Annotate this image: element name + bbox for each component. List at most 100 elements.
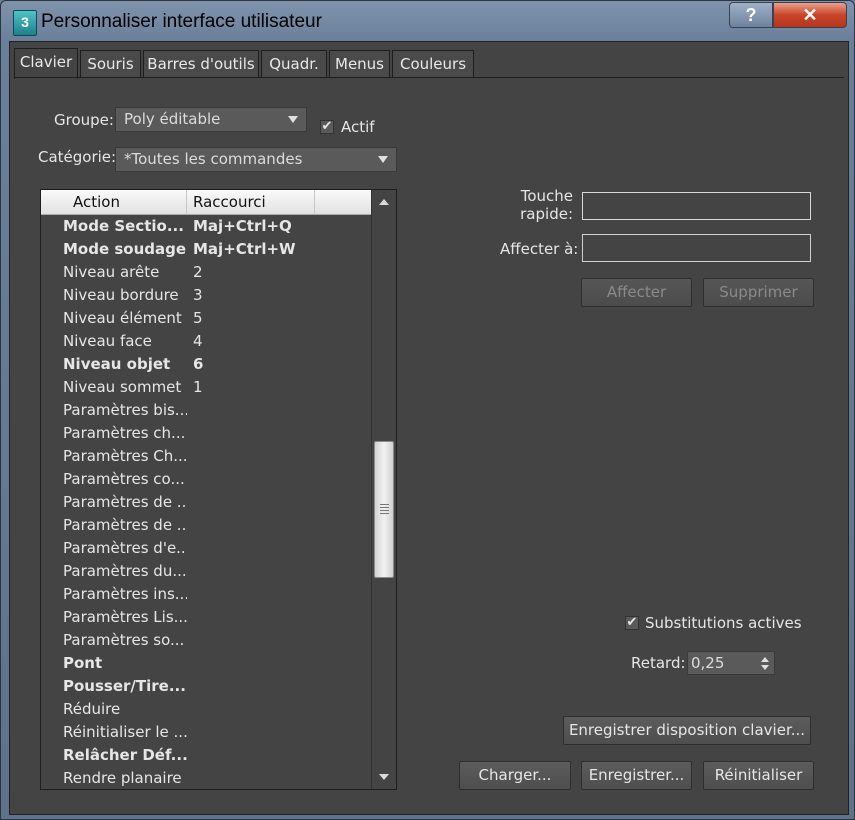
list-item-action: Relâcher Déf... bbox=[63, 746, 187, 764]
list-item-action: Réduire bbox=[63, 700, 121, 718]
list-item-action: Pousser/Tire... bbox=[63, 677, 186, 695]
list-item-shortcut: Maj+Ctrl+Q bbox=[193, 217, 292, 235]
list-item-action: Paramètres de ... bbox=[63, 493, 187, 511]
list-item[interactable]: Paramètres de ... bbox=[41, 491, 371, 514]
reset-button[interactable]: Réinitialiser bbox=[703, 761, 814, 790]
tab-keyboard[interactable]: Clavier bbox=[14, 48, 78, 79]
list-item[interactable]: Paramètres so... bbox=[41, 629, 371, 652]
category-label: Catégorie: bbox=[38, 148, 117, 166]
list-item-action: Paramètres so... bbox=[63, 631, 185, 649]
list-item[interactable]: Paramètres bis... bbox=[41, 399, 371, 422]
tab-toolbars[interactable]: Barres d'outils bbox=[143, 50, 259, 78]
spin-down-icon[interactable] bbox=[761, 665, 769, 670]
list-item[interactable]: Paramètres de ... bbox=[41, 514, 371, 537]
list-item[interactable]: Paramètres d'e... bbox=[41, 537, 371, 560]
tab-divider bbox=[14, 77, 844, 78]
list-item-shortcut: 5 bbox=[193, 309, 203, 327]
scroll-up-arrow-icon[interactable] bbox=[379, 199, 389, 205]
column-header-shortcut[interactable]: Raccourci bbox=[187, 190, 315, 214]
list-item-action: Paramètres Lis... bbox=[63, 608, 187, 626]
overrides-label: Substitutions actives bbox=[645, 614, 802, 632]
list-item[interactable]: Rendre planaire bbox=[41, 767, 371, 789]
list-item[interactable]: Niveau face 4 bbox=[41, 330, 371, 353]
list-item-action: Paramètres d'e... bbox=[63, 539, 187, 557]
group-label: Groupe: bbox=[54, 111, 114, 129]
tab-menus[interactable]: Menus bbox=[329, 50, 390, 78]
list-item-shortcut: 1 bbox=[193, 378, 203, 396]
scroll-thumb[interactable] bbox=[374, 441, 394, 578]
list-item-action: Rendre planaire bbox=[63, 769, 182, 787]
overrides-checkbox[interactable]: ✔ bbox=[625, 616, 639, 630]
list-item[interactable]: Niveau élément 5 bbox=[41, 307, 371, 330]
save-button[interactable]: Enregistrer... bbox=[581, 761, 692, 790]
list-item-action: Paramètres co... bbox=[63, 470, 185, 488]
dialog-body: Clavier Souris Barres d'outils Quadr. Me… bbox=[9, 41, 849, 815]
list-header: Action Raccourci bbox=[41, 190, 371, 215]
spin-up-icon[interactable] bbox=[761, 657, 769, 662]
list-item-action: Pont bbox=[63, 654, 103, 672]
list-item-shortcut: Maj+Ctrl+W bbox=[193, 240, 296, 258]
tab-colors[interactable]: Couleurs bbox=[392, 50, 474, 78]
list-item[interactable]: Paramètres Ch... bbox=[41, 445, 371, 468]
list-item[interactable]: Réduire bbox=[41, 698, 371, 721]
list-item[interactable]: Mode soudage Maj+Ctrl+W bbox=[41, 238, 371, 261]
list-item[interactable]: Mode Sectio... Maj+Ctrl+Q bbox=[41, 215, 371, 238]
list-item-action: Paramètres bis... bbox=[63, 401, 187, 419]
list-item[interactable]: Niveau objet 6 bbox=[41, 353, 371, 376]
hotkey-label: Touche rapide: bbox=[520, 187, 573, 223]
list-item[interactable]: Réinitialiser le ... bbox=[41, 721, 371, 744]
list-item[interactable]: Relâcher Déf... bbox=[41, 744, 371, 767]
list-item-action: Niveau face bbox=[63, 332, 152, 350]
list-item-action: Mode soudage bbox=[63, 240, 187, 258]
chevron-down-icon bbox=[288, 116, 298, 123]
app-logo-icon: 3 bbox=[13, 10, 37, 36]
list-item[interactable]: Paramètres du... bbox=[41, 560, 371, 583]
group-dropdown[interactable]: Poly éditable bbox=[115, 107, 307, 132]
list-item-shortcut: 6 bbox=[193, 355, 204, 373]
list-rows: Mode Sectio... Maj+Ctrl+Q Mode soudage Maj+… bbox=[41, 215, 371, 789]
assign-button[interactable]: Affecter bbox=[581, 278, 692, 307]
list-item[interactable]: Paramètres ch... bbox=[41, 422, 371, 445]
title-bar[interactable]: 3 Personnaliser interface utilisateur ? … bbox=[1, 1, 854, 41]
active-checkbox[interactable]: ✔ bbox=[320, 120, 334, 134]
list-item[interactable]: Pousser/Tire... bbox=[41, 675, 371, 698]
column-header-action[interactable]: Action bbox=[41, 190, 187, 214]
list-item-action: Paramètres de ... bbox=[63, 516, 187, 534]
list-item[interactable]: Niveau bordure 3 bbox=[41, 284, 371, 307]
action-list[interactable]: Action Raccourci Mode Sectio... Maj+Ctrl+… bbox=[40, 189, 397, 790]
help-button[interactable]: ? bbox=[729, 2, 773, 28]
list-item-action: Paramètres ch... bbox=[63, 424, 186, 442]
list-item[interactable]: Niveau sommet 1 bbox=[41, 376, 371, 399]
hotkey-field[interactable] bbox=[582, 192, 811, 220]
save-keyboard-layout-button[interactable]: Enregistrer disposition clavier... bbox=[563, 716, 811, 745]
assign-to-field[interactable] bbox=[582, 234, 811, 262]
close-button[interactable]: ✕ bbox=[773, 2, 847, 28]
list-item[interactable]: Paramètres ins... bbox=[41, 583, 371, 606]
list-item-action: Réinitialiser le ... bbox=[63, 723, 187, 741]
list-item-shortcut: 2 bbox=[193, 263, 203, 281]
customize-ui-window: 3 Personnaliser interface utilisateur ? … bbox=[0, 0, 855, 820]
list-item[interactable]: Paramètres Lis... bbox=[41, 606, 371, 629]
category-dropdown[interactable]: *Toutes les commandes bbox=[115, 147, 397, 172]
delay-spinner[interactable]: 0,25 bbox=[687, 651, 775, 675]
list-item-action: Niveau arête bbox=[63, 263, 160, 281]
list-item[interactable]: Pont bbox=[41, 652, 371, 675]
remove-button[interactable]: Supprimer bbox=[703, 278, 814, 307]
tab-quads[interactable]: Quadr. bbox=[261, 50, 327, 78]
list-item-action: Niveau bordure bbox=[63, 286, 179, 304]
list-item-action: Niveau sommet bbox=[63, 378, 182, 396]
group-value: Poly éditable bbox=[124, 110, 221, 128]
list-item[interactable]: Niveau arête 2 bbox=[41, 261, 371, 284]
list-item-action: Paramètres Ch... bbox=[63, 447, 187, 465]
list-item-action: Niveau objet bbox=[63, 355, 171, 373]
list-item[interactable]: Paramètres co... bbox=[41, 468, 371, 491]
scroll-down-arrow-icon[interactable] bbox=[379, 774, 389, 780]
window-title: Personnaliser interface utilisateur bbox=[41, 11, 322, 32]
active-label: Actif bbox=[341, 118, 375, 136]
list-scrollbar[interactable] bbox=[371, 190, 396, 789]
tab-mouse[interactable]: Souris bbox=[80, 50, 141, 78]
assign-to-label: Affecter à: bbox=[500, 240, 579, 258]
delay-label: Retard: bbox=[631, 654, 686, 672]
load-button[interactable]: Charger... bbox=[459, 761, 571, 790]
list-item-action: Mode Sectio... bbox=[63, 217, 184, 235]
